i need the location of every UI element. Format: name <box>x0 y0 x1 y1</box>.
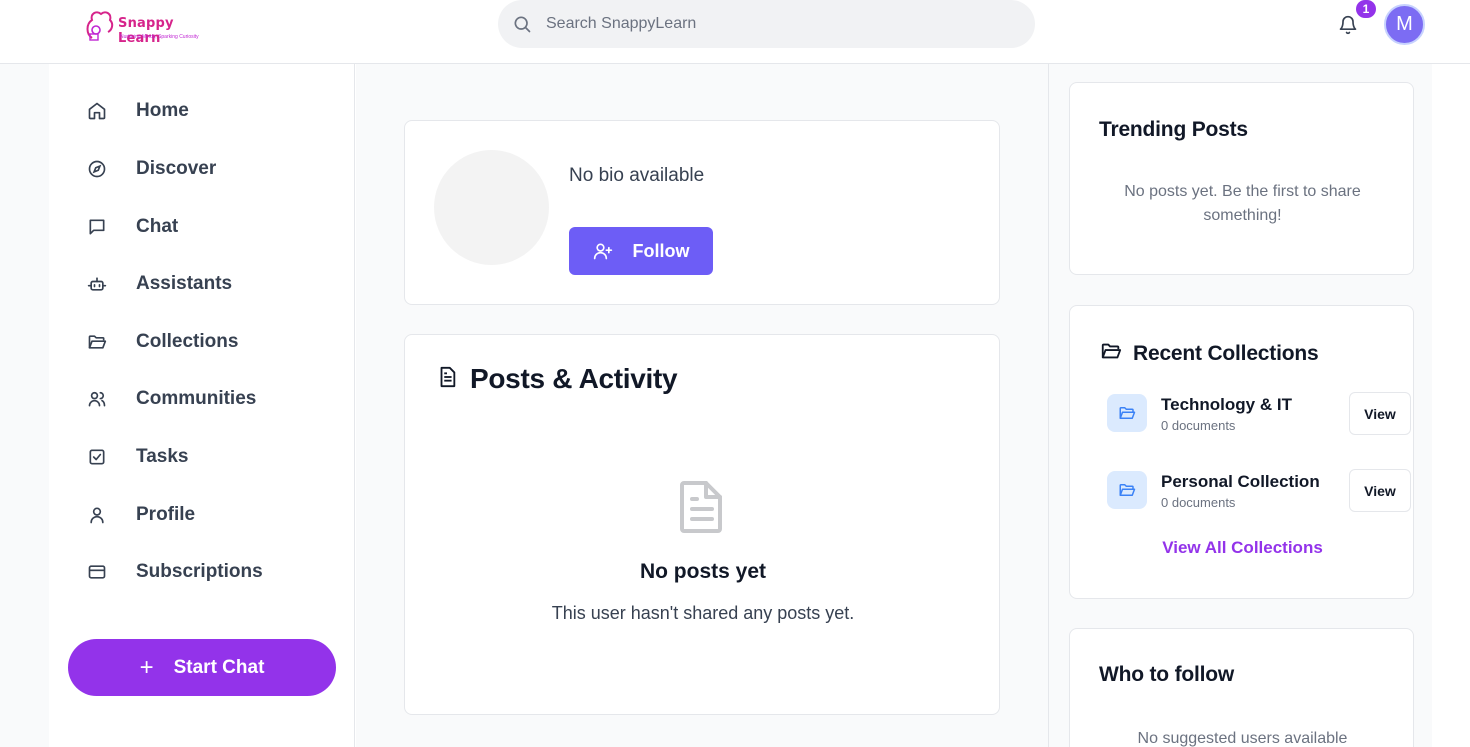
bot-icon <box>87 274 107 294</box>
check-square-icon <box>87 447 107 467</box>
sidebar-item-chat[interactable]: Chat <box>87 209 178 245</box>
logo-tagline: Nurturing Minds, Sparking Curiosity <box>120 34 199 40</box>
sidebar-item-subscriptions[interactable]: Subscriptions <box>87 554 263 590</box>
trending-title: Trending Posts <box>1099 118 1248 141</box>
logo-name: Snappy Learn <box>118 16 174 46</box>
sidebar-item-label: Chat <box>136 216 179 237</box>
sidebar-item-home[interactable]: Home <box>87 93 189 129</box>
folder-open-icon <box>1099 340 1123 367</box>
view-collection-button[interactable]: View <box>1349 392 1411 435</box>
profile-card: No bio available Follow <box>404 120 1000 305</box>
notification-badge: 1 <box>1356 0 1376 18</box>
users-icon <box>87 389 107 409</box>
logo[interactable]: Snappy Learn Nurturing Minds, Sparking C… <box>84 6 214 46</box>
collection-item: Personal Collection 0 documents View <box>1107 469 1411 512</box>
posts-header: Posts & Activity <box>436 363 678 395</box>
sidebar-item-label: Discover <box>136 158 217 179</box>
user-plus-icon <box>593 243 612 260</box>
sidebar-item-label: Assistants <box>136 273 233 294</box>
recent-collections-header: Recent Collections <box>1099 340 1319 367</box>
sidebar-item-label: Profile <box>136 504 196 525</box>
who-to-follow-title: Who to follow <box>1099 663 1235 686</box>
start-chat-button[interactable]: + Start Chat <box>68 639 336 696</box>
sidebar: Home Discover Chat Assistants Collection… <box>49 64 355 747</box>
plus-icon: + <box>139 653 154 681</box>
sidebar-item-tasks[interactable]: Tasks <box>87 439 188 475</box>
start-chat-label: Start Chat <box>173 656 265 678</box>
trending-posts-card: Trending Posts No posts yet. Be the firs… <box>1069 82 1414 275</box>
sidebar-item-collections[interactable]: Collections <box>87 324 238 360</box>
search-input[interactable] <box>546 15 986 33</box>
folder-open-icon <box>87 332 107 352</box>
trending-empty-text: No posts yet. Be the first to share some… <box>1124 183 1361 224</box>
posts-card: Posts & Activity No posts yet This user … <box>404 334 1000 715</box>
sidebar-item-communities[interactable]: Communities <box>87 381 256 417</box>
sidebar-item-label: Tasks <box>136 446 189 467</box>
sidebar-item-profile[interactable]: Profile <box>87 497 195 533</box>
avatar[interactable]: M <box>1384 4 1425 45</box>
sidebar-item-label: Subscriptions <box>136 561 263 582</box>
empty-document-icon <box>678 479 726 535</box>
credit-card-icon <box>87 562 107 582</box>
top-bar: Snappy Learn Nurturing Minds, Sparking C… <box>0 0 1470 64</box>
collection-name: Technology & IT <box>1161 395 1292 414</box>
message-icon <box>87 217 107 237</box>
view-collection-button[interactable]: View <box>1349 469 1411 512</box>
folder-icon <box>1107 394 1147 432</box>
empty-posts-subtitle: This user hasn't shared any posts yet. <box>551 603 855 623</box>
sidebar-item-label: Communities <box>136 388 257 409</box>
home-icon <box>87 101 107 121</box>
collection-count: 0 documents <box>1161 495 1236 510</box>
search-bar[interactable] <box>498 0 1035 48</box>
main-content: No bio available Follow Posts & Activity… <box>356 64 1048 747</box>
who-to-follow-empty-text: No suggested users available <box>1137 730 1348 747</box>
follow-button[interactable]: Follow <box>569 227 713 275</box>
right-gutter <box>1432 64 1470 747</box>
posts-title: Posts & Activity <box>470 363 678 394</box>
document-icon <box>436 365 458 394</box>
sidebar-item-discover[interactable]: Discover <box>87 151 216 187</box>
view-all-collections-link[interactable]: View All Collections <box>1070 538 1415 558</box>
profile-avatar <box>434 150 549 265</box>
sidebar-item-assistants[interactable]: Assistants <box>87 266 232 302</box>
recent-collections-title: Recent Collections <box>1133 341 1319 365</box>
collection-count: 0 documents <box>1161 418 1236 433</box>
squirrel-logo-icon <box>86 11 114 41</box>
recent-collections-card: Recent Collections Technology & IT 0 doc… <box>1069 305 1414 599</box>
left-gutter <box>0 64 49 747</box>
collection-item: Technology & IT 0 documents View <box>1107 392 1411 435</box>
bell-icon[interactable] <box>1336 13 1360 37</box>
search-icon <box>512 14 532 34</box>
follow-label: Follow <box>632 240 690 261</box>
collection-name: Personal Collection <box>1161 472 1320 491</box>
empty-posts-title: No posts yet <box>639 560 767 583</box>
who-to-follow-card: Who to follow No suggested users availab… <box>1069 628 1414 747</box>
user-icon <box>87 505 107 525</box>
folder-icon <box>1107 471 1147 509</box>
compass-icon <box>87 159 107 179</box>
sidebar-item-label: Home <box>136 100 189 121</box>
sidebar-item-label: Collections <box>136 331 239 352</box>
right-sidebar: Trending Posts No posts yet. Be the firs… <box>1048 64 1432 747</box>
profile-bio: No bio available <box>569 165 705 186</box>
